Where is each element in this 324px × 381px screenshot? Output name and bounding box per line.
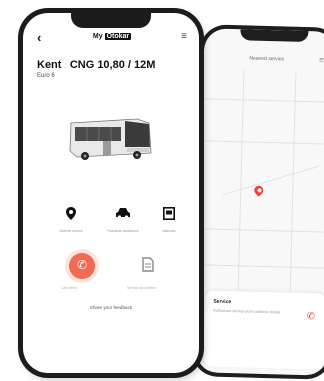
- vehicle-separator: :: [64, 61, 67, 70]
- front-phone-notch: [71, 13, 151, 28]
- back-phone-title: Nearest service: [249, 55, 285, 63]
- vehicle-emission-class: Euro 6: [37, 73, 55, 79]
- service-card-heading: Service: [213, 298, 232, 306]
- quick-actions: ✆ Call center Service documents: [23, 253, 199, 297]
- tool-nearest-service[interactable]: Nearest service: [51, 207, 91, 233]
- tool-label: Roadside assistance: [107, 229, 139, 233]
- car-icon: [103, 207, 143, 221]
- tool-manuals[interactable]: Manuals: [149, 207, 189, 233]
- location-pin-icon: [51, 207, 91, 221]
- file-icon[interactable]: [139, 257, 157, 276]
- tool-roadside-assistance[interactable]: Roadside assistance: [103, 207, 143, 233]
- vehicle-model-title: Kent : CNG 10,80 / 12M: [37, 59, 197, 71]
- phone-icon: ✆: [76, 258, 88, 272]
- service-documents-label: Service documents: [127, 286, 156, 290]
- menu-icon[interactable]: ≡: [319, 55, 324, 64]
- phone-icon[interactable]: ✆: [306, 311, 315, 322]
- call-center-label: Call center: [61, 286, 78, 290]
- back-arrow-icon[interactable]: ‹: [37, 31, 41, 44]
- map-road: [289, 70, 297, 291]
- bus-image: [69, 118, 152, 160]
- map-road: [199, 228, 324, 233]
- vehicle-spec: CNG 10,80 / 12M: [69, 59, 156, 71]
- map-road: [201, 140, 324, 145]
- front-phone-screen: ‹ My Otokar ≡ Kent : CNG 10,80 / 12M Eur…: [23, 13, 199, 373]
- service-info-card[interactable]: Service Authorized service point address…: [203, 290, 324, 370]
- service-card-text: Authorized service point address details: [213, 308, 281, 315]
- back-phone: Nearest service ≡ Service Authorized ser…: [191, 24, 324, 380]
- back-phone-screen: Nearest service ≡ Service Authorized ser…: [195, 28, 324, 376]
- brand-logo: Otokar: [104, 33, 132, 40]
- document-icon: [149, 207, 189, 221]
- map-road: [198, 264, 324, 269]
- map-road: [222, 165, 319, 196]
- tool-label: Manuals: [162, 229, 176, 233]
- front-phone: ‹ My Otokar ≡ Kent : CNG 10,80 / 12M Eur…: [18, 8, 204, 378]
- vehicle-model: Kent: [37, 59, 62, 71]
- map-road: [237, 69, 245, 290]
- feedback-link[interactable]: Share your feedback: [23, 305, 199, 310]
- app-title: My Otokar: [63, 33, 161, 40]
- back-phone-notch: [240, 29, 309, 43]
- quick-tools: Nearest service Roadside assistance Manu…: [23, 207, 199, 241]
- menu-icon[interactable]: ≡: [181, 32, 187, 42]
- call-center-button[interactable]: ✆: [69, 253, 95, 279]
- map-road: [202, 98, 324, 103]
- tool-label: Nearest service: [59, 229, 83, 233]
- app-title-prefix: My: [92, 33, 103, 40]
